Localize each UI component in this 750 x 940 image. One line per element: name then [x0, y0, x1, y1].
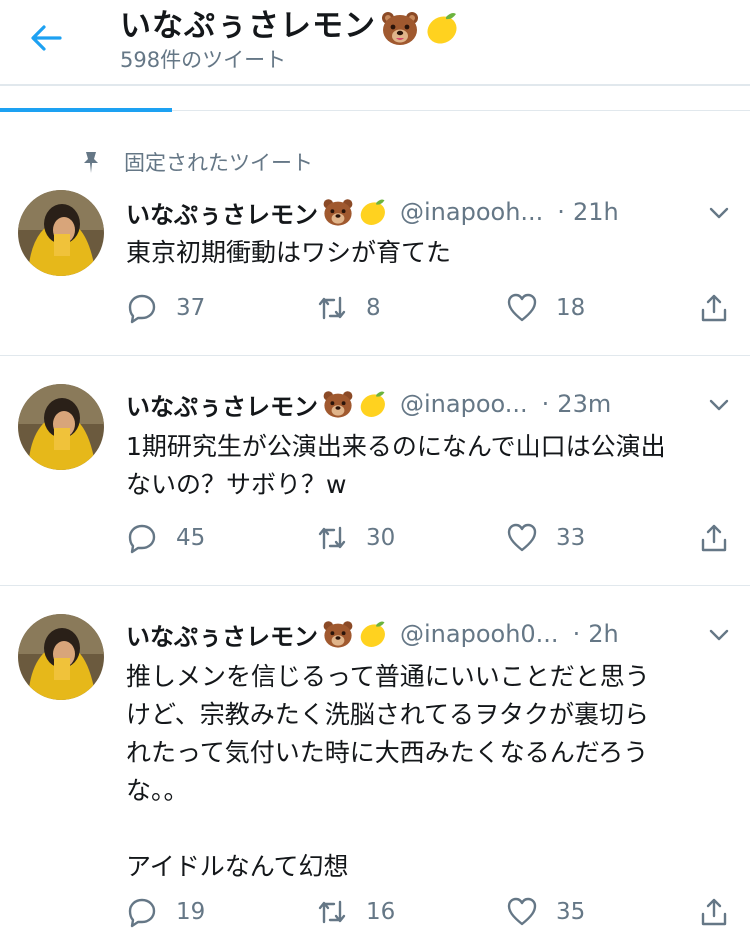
tweet-count: 598件のツイート [120, 48, 287, 72]
profile-header: いなぷぅさレモン 598件のツイート [0, 0, 750, 86]
reply-button[interactable]: 37 [126, 290, 205, 326]
lemon-icon [360, 621, 385, 647]
tweet-actions: 45 30 33 [126, 520, 732, 556]
reply-count: 19 [176, 899, 206, 925]
display-name[interactable]: いなぷぅさレモン [126, 387, 318, 422]
like-count: 33 [556, 525, 586, 551]
tweet-actions: 19 16 35 [126, 894, 732, 930]
retweet-count: 8 [366, 295, 381, 321]
active-tab-indicator[interactable] [0, 108, 172, 112]
tweet-time[interactable]: 23m [557, 390, 611, 418]
user-handle[interactable]: @inapooh... [400, 198, 543, 226]
reply-icon [128, 294, 156, 324]
pinned-tweet-label-row: 固定されたツイート [78, 147, 313, 177]
back-arrow-icon[interactable] [26, 20, 66, 56]
heart-icon [507, 523, 537, 552]
bear-face-icon [382, 11, 418, 45]
tweet-actions: 37 8 18 [126, 290, 732, 326]
display-name[interactable]: いなぷぅさレモン [126, 195, 318, 230]
share-icon [701, 898, 727, 926]
bear-face-icon [323, 391, 353, 418]
retweet-icon [318, 526, 346, 550]
tweet[interactable]: いなぷぅさレモン @inapoo... · 23m 1期研究生が公演出来るのにな… [0, 356, 750, 586]
retweet-icon [318, 296, 346, 320]
like-button[interactable]: 35 [506, 894, 585, 930]
tweet[interactable]: いなぷぅさレモン @inapooh0... · 2h 推しメンを信じるって普通に… [0, 586, 750, 940]
lemon-icon [427, 12, 457, 44]
reply-button[interactable]: 45 [126, 520, 205, 556]
meta-separator: · [541, 390, 550, 418]
reply-count: 45 [176, 525, 206, 551]
meta-separator: · [557, 198, 565, 226]
tweet-time[interactable]: 21h [573, 198, 619, 226]
user-handle[interactable]: @inapooh0... [400, 620, 559, 648]
pin-icon [84, 152, 98, 173]
like-count: 35 [556, 899, 586, 925]
bear-face-icon [323, 621, 353, 648]
reply-icon [128, 524, 156, 554]
lemon-icon [360, 199, 385, 225]
user-handle[interactable]: @inapoo... [400, 390, 528, 418]
retweet-button[interactable]: 16 [316, 894, 395, 930]
lemon-icon [360, 391, 385, 417]
heart-icon [507, 897, 537, 926]
tweet-time[interactable]: 2h [588, 620, 618, 648]
avatar[interactable] [18, 384, 104, 470]
share-button[interactable] [698, 894, 730, 930]
tweet-text: 1期研究生が公演出来るのになんで山口は公演出 ないの？サボり？w [126, 432, 666, 499]
display-name[interactable]: いなぷぅさレモン [126, 617, 318, 652]
heart-icon [507, 293, 537, 322]
like-button[interactable]: 33 [506, 520, 585, 556]
retweet-button[interactable]: 8 [316, 290, 381, 326]
chevron-down-icon[interactable] [708, 628, 730, 642]
tweet-text: 推しメンを信じるって普通にいいことだと思う けど、宗教みたく洗脳されてるヲタクが… [126, 662, 650, 881]
like-count: 18 [556, 295, 586, 321]
tweet-text: 東京初期衝動はワシが育てた [126, 238, 452, 267]
reply-icon [128, 898, 156, 928]
retweet-icon [318, 900, 346, 924]
chevron-down-icon[interactable] [708, 206, 730, 220]
avatar[interactable] [18, 190, 104, 276]
retweet-button[interactable]: 30 [316, 520, 395, 556]
tweet-pinned[interactable]: いなぷぅさレモン @inapooh... · 21h 東京初期衝動はワシが育てた… [0, 180, 750, 356]
avatar[interactable] [18, 614, 104, 700]
retweet-count: 16 [366, 899, 396, 925]
chevron-down-icon[interactable] [708, 398, 730, 412]
share-icon [701, 524, 727, 552]
share-button[interactable] [698, 520, 730, 556]
page-title: いなぷぅさレモン [120, 0, 472, 46]
profile-name: いなぷぅさレモン [120, 8, 376, 44]
bear-face-icon [323, 199, 353, 226]
retweet-count: 30 [366, 525, 396, 551]
reply-button[interactable]: 19 [126, 894, 205, 930]
reply-count: 37 [176, 295, 206, 321]
pinned-tweet-label: 固定されたツイート [124, 151, 313, 175]
like-button[interactable]: 18 [506, 290, 585, 326]
share-button[interactable] [698, 290, 730, 326]
share-icon [701, 294, 727, 322]
meta-separator: · [572, 620, 581, 648]
